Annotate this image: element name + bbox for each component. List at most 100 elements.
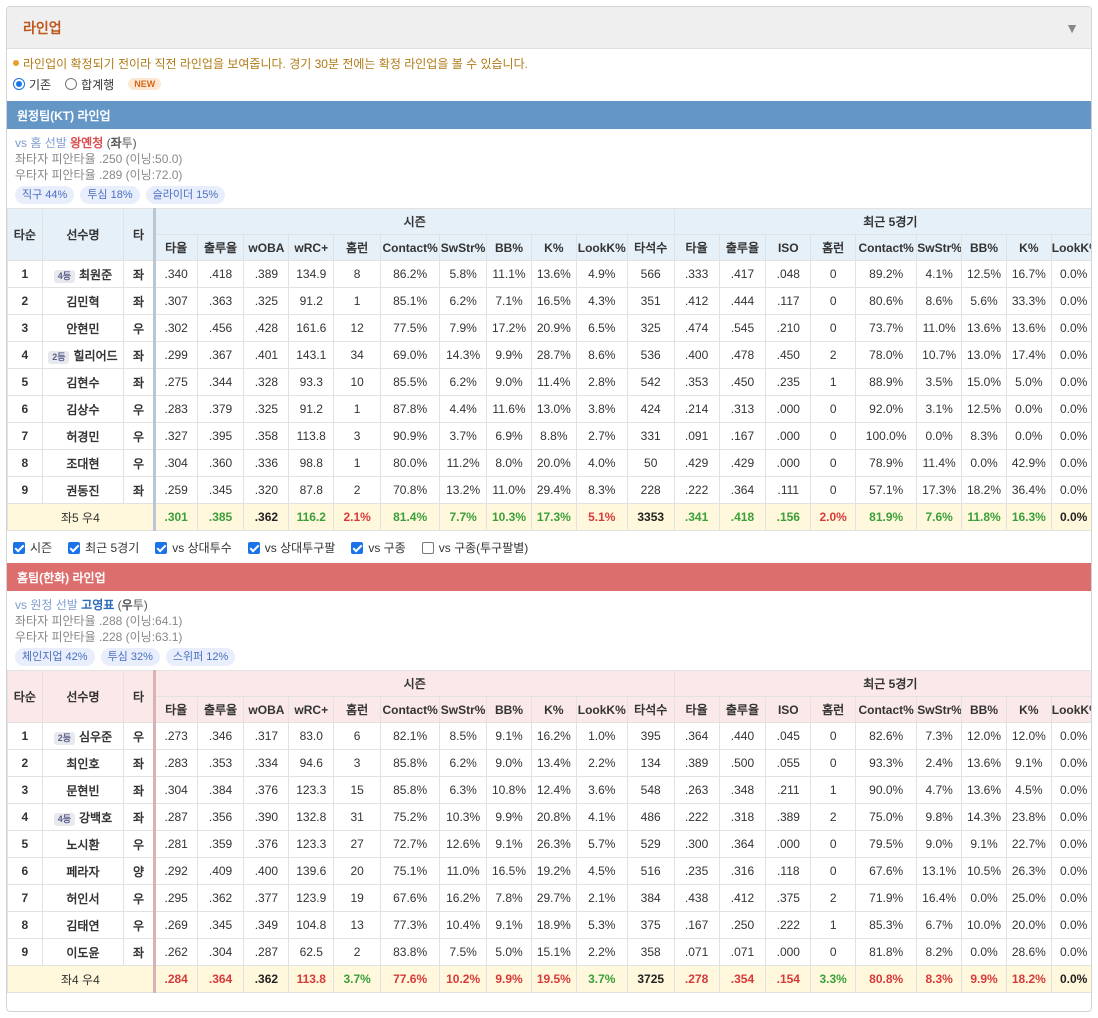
col-season-stat[interactable]: 타율 [152, 696, 198, 723]
table-row[interactable]: 3 안현민 우 .302.456.428 161.6 12 77.5% 7.9% 17.2% 20… [7, 314, 1091, 342]
radio-basic[interactable]: 기존 [13, 76, 51, 93]
checkbox-box[interactable] [247, 541, 260, 554]
player-name[interactable]: 심우준 [79, 730, 112, 744]
player-cell[interactable]: 4등 강백호 [41, 803, 125, 831]
player-name[interactable]: 조대현 [66, 457, 99, 471]
player-name[interactable]: 최원준 [79, 268, 112, 282]
col-recent-stat[interactable]: 타율 [673, 234, 720, 261]
col-season-stat[interactable]: Contact% [380, 696, 441, 723]
player-name[interactable]: 힐리어드 [73, 349, 117, 363]
table-row[interactable]: 7 허경민 우 .327.395.358 113.8 3 90.9% 3.7% 6.9% 8.8%… [7, 422, 1091, 450]
col-recent-stat[interactable]: BB% [961, 234, 1007, 261]
player-cell[interactable]: 페라자 [41, 857, 125, 885]
col-season-stat[interactable]: wRC+ [288, 696, 335, 723]
col-recent-stat[interactable]: 출루율 [718, 696, 767, 723]
player-name[interactable]: 허경민 [66, 430, 99, 444]
table-row[interactable]: 9 이도윤 좌 .262.304.287 62.5 2 83.8% 7.5% 5.0% 15.1%… [7, 938, 1091, 966]
filter-checkbox[interactable]: 시즌 [13, 539, 52, 556]
table-row[interactable]: 8 조대현 우 .304.360.336 98.8 1 80.0% 11.2% 8.0% 20.0… [7, 449, 1091, 477]
player-cell[interactable]: 허인서 [41, 884, 125, 912]
player-name[interactable]: 김태연 [66, 919, 99, 933]
checkbox-box[interactable] [421, 541, 434, 554]
col-season-stat[interactable]: BB% [486, 234, 532, 261]
col-season-stat[interactable]: 출루율 [196, 234, 245, 261]
table-row[interactable]: 5 노시환 우 .281.359.376 123.3 27 72.7% 12.6% 9.1% 26… [7, 830, 1091, 858]
player-name[interactable]: 페라자 [66, 865, 99, 879]
filter-checkbox[interactable]: vs 구종 [351, 539, 406, 556]
away-opp-pitcher[interactable]: 왕옌청 [70, 136, 103, 150]
col-season-stat[interactable]: 타율 [152, 234, 198, 261]
player-cell[interactable]: 안현민 [41, 314, 125, 342]
col-season-stat[interactable]: wOBA [243, 696, 290, 723]
player-name[interactable]: 노시환 [66, 838, 99, 852]
col-season-stat[interactable]: 타석수 [626, 696, 675, 723]
col-recent-stat[interactable]: 출루율 [718, 234, 767, 261]
player-cell[interactable]: 노시환 [41, 830, 125, 858]
filter-checkbox[interactable]: 최근 5경기 [68, 539, 139, 556]
table-row[interactable]: 5 김현수 좌 .275.344.328 93.3 10 85.5% 6.2% 9.0% 11.4… [7, 368, 1091, 396]
player-cell[interactable]: 김현수 [41, 368, 125, 396]
col-season-stat[interactable]: wOBA [243, 234, 290, 261]
col-recent-stat[interactable]: SwStr% [916, 696, 963, 723]
col-recent-stat[interactable]: 홈런 [810, 696, 857, 723]
col-recent-stat[interactable]: K% [1005, 234, 1052, 261]
player-name[interactable]: 김민혁 [66, 295, 99, 309]
table-row[interactable]: 1 2등 심우준 우 .273.346.317 83.0 6 82.1% 8.5% 9.1% 16.… [7, 722, 1091, 750]
col-recent-stat[interactable]: LookK% [1050, 234, 1091, 261]
player-cell[interactable]: 조대현 [41, 449, 125, 477]
col-recent-stat[interactable]: BB% [961, 696, 1007, 723]
col-season-stat[interactable]: 홈런 [333, 234, 382, 261]
table-row[interactable]: 3 문현빈 좌 .304.384.376 123.3 15 85.8% 6.3% 10.8% 12… [7, 776, 1091, 804]
player-name[interactable]: 김현수 [66, 376, 99, 390]
col-season-stat[interactable]: LookK% [575, 696, 628, 723]
filter-checkbox[interactable]: vs 상대투수 [155, 539, 232, 556]
col-season-stat[interactable]: LookK% [575, 234, 628, 261]
player-cell[interactable]: 권동진 [41, 476, 125, 504]
table-row[interactable]: 8 김태연 우 .269.345.349 104.8 13 77.3% 10.4% 9.1% 18… [7, 911, 1091, 939]
table-row[interactable]: 2 최인호 좌 .283.353.334 94.6 3 85.8% 6.2% 9.0% 13.4%… [7, 749, 1091, 777]
col-season-stat[interactable]: Contact% [380, 234, 441, 261]
col-recent-stat[interactable]: LookK% [1050, 696, 1091, 723]
col-season-stat[interactable]: K% [530, 234, 577, 261]
col-season-stat[interactable]: K% [530, 696, 577, 723]
home-opp-pitcher[interactable]: 고영표 [81, 598, 114, 612]
col-season-stat[interactable]: wRC+ [288, 234, 335, 261]
player-name[interactable]: 문현빈 [66, 784, 99, 798]
table-row[interactable]: 7 허인서 우 .295.362.377 123.9 19 67.6% 16.2% 7.8% 29… [7, 884, 1091, 912]
table-row[interactable]: 6 김상수 우 .283.379.325 91.2 1 87.8% 4.4% 11.6% 13.0… [7, 395, 1091, 423]
player-name[interactable]: 이도윤 [66, 946, 99, 960]
col-season-stat[interactable]: 홈런 [333, 696, 382, 723]
col-recent-stat[interactable]: 타율 [673, 696, 720, 723]
col-season-stat[interactable]: BB% [486, 696, 532, 723]
filter-checkbox[interactable]: vs 구종(투구팔별) [421, 539, 528, 556]
col-recent-stat[interactable]: Contact% [855, 696, 918, 723]
table-row[interactable]: 9 권동진 좌 .259.345.320 87.8 2 70.8% 13.2% 11.0% 29.… [7, 476, 1091, 504]
col-season-stat[interactable]: 출루율 [196, 696, 245, 723]
player-name[interactable]: 허인서 [66, 892, 99, 906]
player-cell[interactable]: 이도윤 [41, 938, 125, 966]
player-name[interactable]: 강백호 [79, 811, 112, 825]
radio-sum-row-circle[interactable] [65, 78, 78, 90]
col-season-stat[interactable]: 타석수 [626, 234, 675, 261]
radio-basic-circle[interactable] [13, 78, 25, 90]
player-cell[interactable]: 2등 심우준 [41, 722, 125, 750]
filter-checkbox[interactable]: vs 상대투구팔 [247, 539, 335, 556]
player-name[interactable]: 권동진 [66, 484, 99, 498]
radio-sum-row[interactable]: 합계행 [65, 76, 114, 93]
col-recent-stat[interactable]: K% [1005, 696, 1052, 723]
col-recent-stat[interactable]: ISO [765, 696, 812, 723]
checkbox-box[interactable] [68, 541, 81, 554]
table-row[interactable]: 2 김민혁 좌 .307.363.325 91.2 1 85.1% 6.2% 7.1% 16.5%… [7, 287, 1091, 315]
checkbox-box[interactable] [13, 541, 25, 554]
checkbox-box[interactable] [155, 541, 168, 554]
col-recent-stat[interactable]: SwStr% [916, 234, 963, 261]
player-cell[interactable]: 2등 힐리어드 [41, 341, 125, 369]
player-name[interactable]: 최인호 [66, 757, 99, 771]
collapse-arrow-icon[interactable]: ▼ [1065, 20, 1079, 36]
player-cell[interactable]: 김상수 [41, 395, 125, 423]
checkbox-box[interactable] [351, 541, 364, 554]
panel-header[interactable]: 라인업 ▼ [7, 7, 1091, 49]
player-name[interactable]: 안현민 [66, 322, 99, 336]
player-cell[interactable]: 문현빈 [41, 776, 125, 804]
player-cell[interactable]: 최인호 [41, 749, 125, 777]
